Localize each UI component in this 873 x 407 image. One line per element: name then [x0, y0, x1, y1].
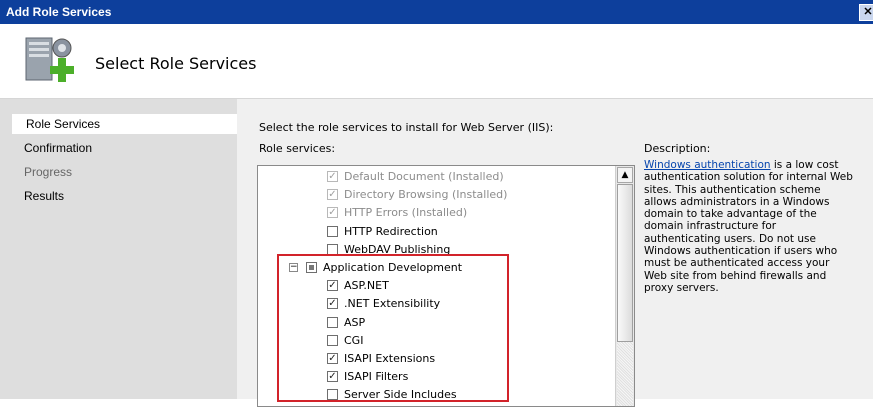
instruction-text: Select the role services to install for … [259, 121, 554, 134]
list-item[interactable]: ✓ Default Document (Installed) [258, 168, 613, 186]
server-add-icon [25, 37, 74, 82]
list-item[interactable]: ASP [258, 314, 613, 332]
list-item[interactable]: ✓ ASP.NET [258, 277, 613, 295]
scroll-thumb[interactable] [617, 184, 633, 342]
checkbox[interactable] [327, 225, 338, 237]
list-item-label: ASP.NET [344, 279, 389, 293]
main-panel: Select the role services to install for … [237, 99, 873, 407]
list-item[interactable]: − Application Development [258, 259, 613, 277]
list-item[interactable]: ✓ Directory Browsing (Installed) [258, 186, 613, 204]
checkbox[interactable]: ✓ [327, 353, 338, 364]
checkbox[interactable] [327, 334, 338, 346]
list-item-label: Directory Browsing (Installed) [344, 188, 508, 202]
list-item-label: Application Development [323, 261, 463, 274]
role-services-list[interactable]: ✓ Default Document (Installed) ✓ Directory … [257, 165, 635, 407]
list-scrollbar[interactable]: ▲ [615, 166, 634, 406]
scroll-up-icon[interactable]: ▲ [617, 167, 633, 183]
list-item-label: .NET Extensibility [344, 297, 441, 311]
collapse-icon[interactable]: − [289, 263, 298, 272]
list-item-label: ISAPI Filters [344, 370, 409, 384]
description-body: is a low cost authentication solution fo… [644, 159, 853, 294]
list-item-label: WebDAV Publishing [344, 242, 451, 256]
list-item[interactable]: Server Side Includes [258, 386, 613, 404]
checkbox[interactable]: ✓ [327, 371, 338, 383]
checkbox[interactable] [306, 262, 317, 273]
sidebar-item-progress[interactable]: Progress [10, 162, 237, 182]
checkbox[interactable] [327, 316, 338, 328]
sidebar-item-results[interactable]: Results [10, 186, 237, 206]
list-item-label: ISAPI Extensions [344, 352, 436, 365]
role-services-label: Role services: [259, 142, 336, 155]
checkbox: ✓ [327, 207, 338, 219]
list-item[interactable]: ✓ ISAPI Extensions [258, 350, 613, 368]
description-label: Description: [644, 142, 711, 155]
checkbox[interactable] [327, 243, 338, 255]
list-item-label: HTTP Errors (Installed) [344, 206, 468, 220]
list-item[interactable]: WebDAV Publishing [258, 241, 613, 259]
list-item[interactable]: HTTP Redirection [258, 223, 613, 241]
scroll-track[interactable] [617, 342, 633, 406]
wizard-header: Select Role Services [0, 24, 873, 99]
list-item-label: CGI [344, 333, 364, 347]
list-item-label: Default Document (Installed) [344, 170, 504, 183]
close-icon[interactable]: ✕ [859, 4, 873, 21]
checkbox: ✓ [327, 171, 338, 182]
window-titlebar: Add Role Services ✕ [0, 0, 873, 24]
list-item[interactable]: ✓ HTTP Errors (Installed) [258, 204, 613, 222]
list-item-label: Server Side Includes [344, 388, 457, 402]
sidebar-item-role-services[interactable]: Role Services [12, 114, 239, 134]
checkbox[interactable]: ✓ [327, 280, 338, 292]
description-text: Windows authentication is a low cost aut… [644, 159, 854, 294]
wizard-sidebar: Role Services Confirmation Progress Resu… [0, 99, 239, 399]
checkbox[interactable]: ✓ [327, 298, 338, 310]
list-item[interactable]: ✓ ISAPI Filters [258, 368, 613, 386]
windows-authentication-link[interactable]: Windows authentication [644, 159, 771, 171]
page-title: Select Role Services [95, 54, 257, 73]
list-item-label: ASP [344, 315, 366, 329]
window-title: Add Role Services [6, 5, 112, 19]
list-item[interactable]: ✓ .NET Extensibility [258, 295, 613, 313]
checkbox: ✓ [327, 189, 338, 201]
sidebar-item-confirmation[interactable]: Confirmation [10, 138, 237, 158]
list-item-label: HTTP Redirection [344, 224, 438, 238]
list-item[interactable]: CGI [258, 332, 613, 350]
